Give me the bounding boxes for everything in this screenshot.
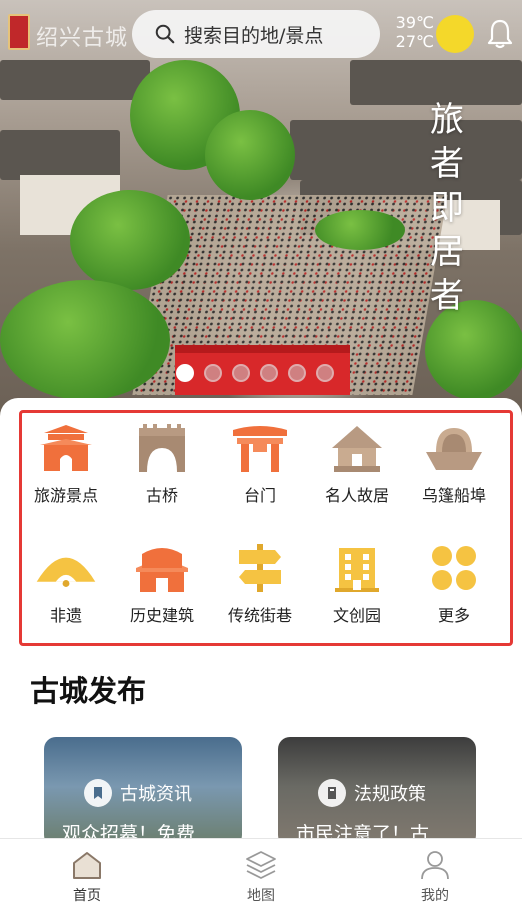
logo-text: 绍兴古城 <box>36 26 129 51</box>
book-icon <box>318 779 346 807</box>
search-placeholder: 搜索目的地/景点 <box>184 24 324 47</box>
home-icon <box>73 852 101 879</box>
section-title: 古城发布 <box>30 674 147 708</box>
slogan-char: 旅 <box>430 100 464 140</box>
boat-icon <box>423 420 485 476</box>
slogan-char: 者 <box>430 276 464 316</box>
tab-profile[interactable]: 我的 <box>348 839 522 907</box>
category-gateway[interactable]: 台门 <box>212 420 308 520</box>
slogan-char: 即 <box>430 188 464 228</box>
slogan: 旅 者 即 居 者 <box>428 98 466 318</box>
gate-tower-icon <box>35 420 97 476</box>
card-tag-label: 古城资讯 <box>120 784 192 805</box>
card-tag-label: 法规政策 <box>354 784 426 805</box>
category-label: 传统街巷 <box>227 606 292 625</box>
fan-icon <box>35 540 97 596</box>
rooftops <box>0 130 120 180</box>
card-tag: 法规政策 <box>318 779 426 807</box>
carousel-indicator <box>176 364 334 382</box>
tree <box>70 190 190 290</box>
news-card[interactable]: 古城资讯 观众招募！免费 <box>44 737 242 847</box>
signpost-icon <box>229 540 291 596</box>
carousel-dot[interactable] <box>316 364 334 382</box>
carousel-dot[interactable] <box>288 364 306 382</box>
category-label: 旅游景点 <box>33 486 98 505</box>
category-celebrity-residence[interactable]: 名人故居 <box>309 420 405 520</box>
bell-icon[interactable] <box>486 18 514 50</box>
category-creative-park[interactable]: 文创园 <box>309 540 405 640</box>
bottom-tab-bar: 首页 地图 我的 <box>0 838 522 907</box>
tab-label: 地图 <box>247 888 275 904</box>
carousel-dot[interactable] <box>260 364 278 382</box>
weather-readout: 39℃ 27℃ <box>394 13 434 51</box>
category-boat-pier[interactable]: 乌篷船埠 <box>406 420 502 520</box>
category-label: 乌篷船埠 <box>421 486 486 505</box>
tab-map[interactable]: 地图 <box>174 839 348 907</box>
rooftops <box>0 60 150 100</box>
category-more[interactable]: 更多 <box>406 540 502 640</box>
profile-icon <box>421 851 449 880</box>
category-tourist-spots[interactable]: 旅游景点 <box>18 420 114 520</box>
tab-label: 首页 <box>73 888 101 904</box>
tree <box>205 110 295 200</box>
map-layers-icon <box>246 851 276 879</box>
carousel-dot[interactable] <box>176 364 194 382</box>
tree <box>315 210 405 250</box>
tree <box>0 280 170 400</box>
residence-icon <box>326 420 388 476</box>
news-card[interactable]: 法规政策 市民注意了！古 <box>278 737 476 847</box>
rooftops <box>290 120 522 180</box>
category-label: 古桥 <box>145 486 178 505</box>
search-icon <box>155 24 175 44</box>
logo-icon[interactable] <box>8 14 30 50</box>
sun-icon <box>436 15 474 53</box>
category-historic-buildings[interactable]: 历史建筑 <box>114 540 210 640</box>
bridge-icon <box>131 420 193 476</box>
search-bar[interactable]: 搜索目的地/景点 <box>132 10 380 58</box>
temp-low: 27℃ <box>395 32 434 51</box>
pavilion-icon <box>131 540 193 596</box>
hero-banner[interactable]: 绍兴古城 搜索目的地/景点 39℃ 27℃ 旅 者 即 居 者 <box>0 0 522 420</box>
carousel-dot[interactable] <box>204 364 222 382</box>
tab-home[interactable]: 首页 <box>0 839 174 907</box>
carousel-dot[interactable] <box>232 364 250 382</box>
gateway-icon <box>229 420 291 476</box>
category-label: 台门 <box>243 486 276 505</box>
card-tag: 古城资讯 <box>84 779 192 807</box>
tab-label: 我的 <box>421 888 449 904</box>
category-label: 历史建筑 <box>129 606 194 625</box>
category-label: 文创园 <box>332 606 381 625</box>
temp-high: 39℃ <box>395 13 434 32</box>
category-label: 更多 <box>437 606 470 625</box>
category-label: 名人故居 <box>324 486 389 505</box>
bookmark-icon <box>84 779 112 807</box>
slogan-char: 者 <box>430 144 464 184</box>
category-traditional-streets[interactable]: 传统街巷 <box>212 540 308 640</box>
category-bridge[interactable]: 古桥 <box>114 420 210 520</box>
building-icon <box>326 540 388 596</box>
category-intangible-heritage[interactable]: 非遗 <box>18 540 114 640</box>
category-label: 非遗 <box>49 606 82 625</box>
slogan-char: 居 <box>430 232 464 272</box>
more-grid-icon <box>423 540 485 596</box>
